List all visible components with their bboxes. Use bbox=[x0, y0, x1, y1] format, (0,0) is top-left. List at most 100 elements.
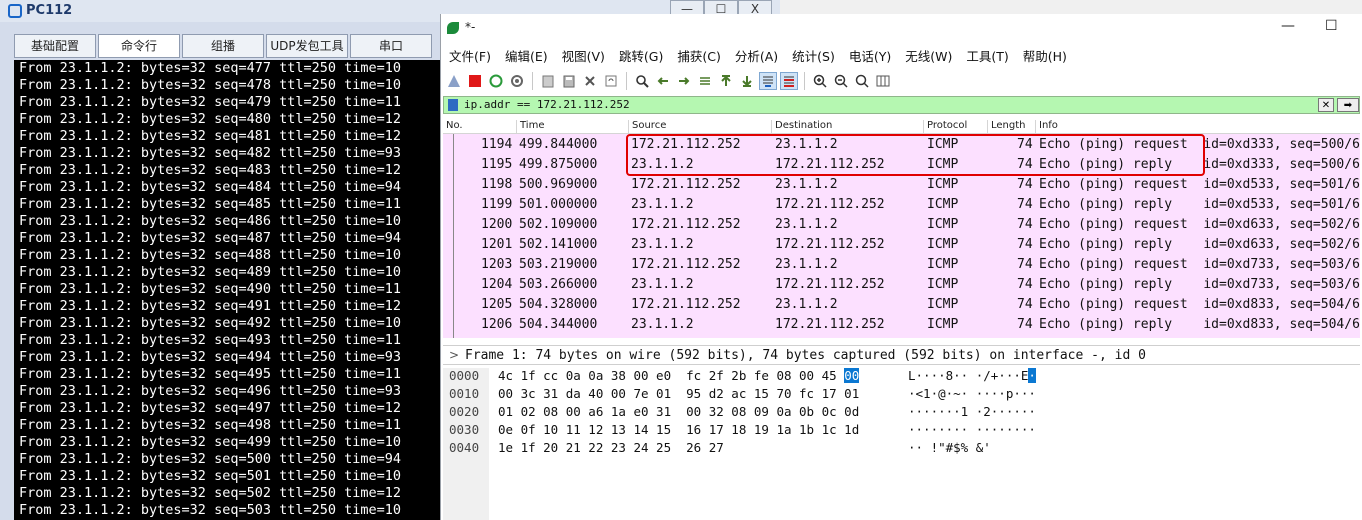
cell-source: 172.21.112.252 bbox=[631, 297, 741, 312]
column-protocol[interactable]: Protocol bbox=[923, 120, 967, 133]
column-destination[interactable]: Destination bbox=[771, 120, 832, 133]
packet-row[interactable]: 1204 503.266000 23.1.1.2 172.21.112.252 ICMP… bbox=[443, 274, 1360, 294]
cell-destination: 172.21.112.252 bbox=[775, 317, 885, 332]
cell-length: 74 bbox=[1017, 217, 1033, 232]
restart-capture-icon[interactable] bbox=[487, 72, 505, 90]
display-filter-bar[interactable]: ip.addr == 172.21.112.252 ✕ ➡ bbox=[443, 96, 1360, 114]
cell-info: Echo (ping) request id=0xd533, seq=501/6 bbox=[1039, 177, 1360, 192]
selected-byte-ascii[interactable]: · bbox=[1028, 368, 1036, 383]
go-back-icon[interactable] bbox=[654, 72, 672, 90]
frame-summary[interactable]: Frame 1: 74 bytes on wire (592 bits), 74… bbox=[465, 348, 1146, 363]
start-capture-icon[interactable] bbox=[445, 72, 463, 90]
column-time[interactable]: Time bbox=[516, 120, 544, 133]
wireshark-fin-icon bbox=[447, 22, 459, 34]
menu-item[interactable]: 工具(T) bbox=[964, 44, 1016, 66]
cell-destination: 172.21.112.252 bbox=[775, 197, 885, 212]
ws-maximize-button[interactable]: ☐ bbox=[1325, 18, 1338, 34]
tab-multicast[interactable]: 组播 bbox=[182, 34, 264, 58]
cell-length: 74 bbox=[1017, 197, 1033, 212]
zoom-out-icon[interactable] bbox=[832, 72, 850, 90]
menu-item[interactable]: 分析(A) bbox=[733, 44, 786, 66]
go-to-packet-icon[interactable] bbox=[696, 72, 714, 90]
selected-byte-hex[interactable]: 00 bbox=[844, 368, 860, 383]
menu-item[interactable]: 文件(F) bbox=[447, 44, 499, 66]
cell-time: 499.875000 bbox=[519, 157, 598, 172]
cell-source: 172.21.112.252 bbox=[631, 217, 741, 232]
go-first-icon[interactable] bbox=[717, 72, 735, 90]
menu-item[interactable]: 帮助(H) bbox=[1021, 44, 1075, 66]
tab-serial[interactable]: 串口 bbox=[350, 34, 432, 58]
capture-options-icon[interactable] bbox=[508, 72, 526, 90]
terminal-line: From 23.1.1.2: bytes=32 seq=480 ttl=250 … bbox=[19, 111, 402, 127]
terminal-line: From 23.1.1.2: bytes=32 seq=498 ttl=250 … bbox=[19, 417, 402, 433]
terminal-line: From 23.1.1.2: bytes=32 seq=488 ttl=250 … bbox=[19, 247, 402, 263]
reload-file-icon[interactable] bbox=[602, 72, 620, 90]
packet-bytes-pane: 0000 4c 1f cc 0a 0a 38 00 e0 fc 2f 2b fe … bbox=[443, 368, 1360, 520]
menu-item[interactable]: 统计(S) bbox=[790, 44, 843, 66]
packet-row[interactable]: 1198 500.969000 172.21.112.252 23.1.1.2 ICMP… bbox=[443, 174, 1360, 194]
packet-row[interactable]: 1206 504.344000 23.1.1.2 172.21.112.252 ICMP… bbox=[443, 314, 1360, 334]
packet-row[interactable]: 1200 502.109000 172.21.112.252 23.1.1.2 ICMP… bbox=[443, 214, 1360, 234]
display-filter-input[interactable]: ip.addr == 172.21.112.252 bbox=[464, 98, 630, 111]
menu-item[interactable]: 视图(V) bbox=[560, 44, 613, 66]
apply-filter-icon[interactable]: ➡ bbox=[1337, 98, 1359, 112]
close-file-icon[interactable] bbox=[581, 72, 599, 90]
terminal-line: From 23.1.1.2: bytes=32 seq=494 ttl=250 … bbox=[19, 349, 402, 365]
cell-no: 1195 bbox=[481, 157, 513, 172]
bytes-row[interactable]: 0030 0e 0f 10 11 12 13 14 15 16 17 18 19 … bbox=[443, 422, 1360, 440]
terminal-line: From 23.1.1.2: bytes=32 seq=497 ttl=250 … bbox=[19, 400, 402, 416]
byte-offset: 0000 bbox=[449, 368, 480, 383]
zoom-in-icon[interactable] bbox=[811, 72, 829, 90]
resize-columns-icon[interactable] bbox=[874, 72, 892, 90]
column-info[interactable]: Info bbox=[1035, 120, 1058, 133]
byte-hex-values: 4c 1f cc 0a 0a 38 00 e0 fc 2f 2b fe 08 0… bbox=[498, 368, 845, 383]
packet-row[interactable]: 1201 502.141000 23.1.1.2 172.21.112.252 ICMP… bbox=[443, 234, 1360, 254]
go-forward-icon[interactable] bbox=[675, 72, 693, 90]
column-source[interactable]: Source bbox=[628, 120, 666, 133]
packet-row[interactable]: 1199 501.000000 23.1.1.2 172.21.112.252 ICMP… bbox=[443, 194, 1360, 214]
tab-udp-tool[interactable]: UDP发包工具 bbox=[266, 34, 348, 58]
packet-row[interactable]: 1203 503.219000 172.21.112.252 23.1.1.2 ICMP… bbox=[443, 254, 1360, 274]
toolbar-separator bbox=[626, 72, 627, 90]
column-no[interactable]: No. bbox=[443, 120, 463, 133]
filter-bookmark-icon[interactable] bbox=[448, 99, 458, 111]
clear-filter-icon[interactable]: ✕ bbox=[1318, 98, 1334, 112]
ws-minimize-button[interactable]: — bbox=[1281, 18, 1295, 34]
cell-info: Echo (ping) reply id=0xd533, seq=501/6 bbox=[1039, 197, 1360, 212]
cell-no: 1198 bbox=[481, 177, 513, 192]
cell-protocol: ICMP bbox=[927, 197, 959, 212]
menu-item[interactable]: 跳转(G) bbox=[617, 44, 671, 66]
find-packet-icon[interactable] bbox=[633, 72, 651, 90]
autoscroll-icon[interactable] bbox=[759, 72, 777, 90]
bytes-row[interactable]: 0040 1e 1f 20 21 22 23 24 25 26 27 ·· !"#$… bbox=[443, 440, 1360, 458]
colorize-icon[interactable] bbox=[780, 72, 798, 90]
tab-basic-config[interactable]: 基础配置 bbox=[14, 34, 96, 58]
terminal-line: From 23.1.1.2: bytes=32 seq=500 ttl=250 … bbox=[19, 451, 402, 467]
expand-arrow-icon[interactable]: > bbox=[449, 348, 459, 362]
byte-ascii: ·<1·@·~· ····p··· bbox=[908, 386, 1036, 401]
zoom-reset-icon[interactable] bbox=[853, 72, 871, 90]
byte-offset: 0040 bbox=[449, 440, 480, 455]
command-terminal[interactable]: From 23.1.1.2: bytes=32 seq=477 ttl=250 … bbox=[14, 60, 442, 520]
stop-capture-icon[interactable] bbox=[466, 72, 484, 90]
menu-item[interactable]: 捕获(C) bbox=[675, 44, 728, 66]
bytes-row[interactable]: 0010 00 3c 31 da 40 00 7e 01 95 d2 ac 15 … bbox=[443, 386, 1360, 404]
byte-hex-values: 01 02 08 00 a6 1a e0 31 00 32 08 09 0a 0… bbox=[498, 404, 860, 419]
cell-info: Echo (ping) reply id=0xd633, seq=502/6 bbox=[1039, 237, 1360, 252]
terminal-line: From 23.1.1.2: bytes=32 seq=487 ttl=250 … bbox=[19, 230, 402, 246]
byte-offset: 0030 bbox=[449, 422, 480, 437]
packet-row[interactable]: 1205 504.328000 172.21.112.252 23.1.1.2 ICMP… bbox=[443, 294, 1360, 314]
tab-command-line[interactable]: 命令行 bbox=[98, 34, 180, 58]
bytes-row[interactable]: 0000 4c 1f cc 0a 0a 38 00 e0 fc 2f 2b fe … bbox=[443, 368, 1360, 386]
menu-item[interactable]: 编辑(E) bbox=[503, 44, 556, 66]
terminal-line: From 23.1.1.2: bytes=32 seq=503 ttl=250 … bbox=[19, 502, 402, 518]
go-last-icon[interactable] bbox=[738, 72, 756, 90]
menu-item[interactable]: 无线(W) bbox=[903, 44, 960, 66]
menu-item[interactable]: 电话(Y) bbox=[847, 44, 899, 66]
terminal-line: From 23.1.1.2: bytes=32 seq=501 ttl=250 … bbox=[19, 468, 402, 484]
open-file-icon[interactable] bbox=[539, 72, 557, 90]
byte-ascii: ·······1 ·2······ bbox=[908, 404, 1036, 419]
column-length[interactable]: Length bbox=[987, 120, 1026, 133]
bytes-row[interactable]: 0020 01 02 08 00 a6 1a e0 31 00 32 08 09 … bbox=[443, 404, 1360, 422]
save-file-icon[interactable] bbox=[560, 72, 578, 90]
